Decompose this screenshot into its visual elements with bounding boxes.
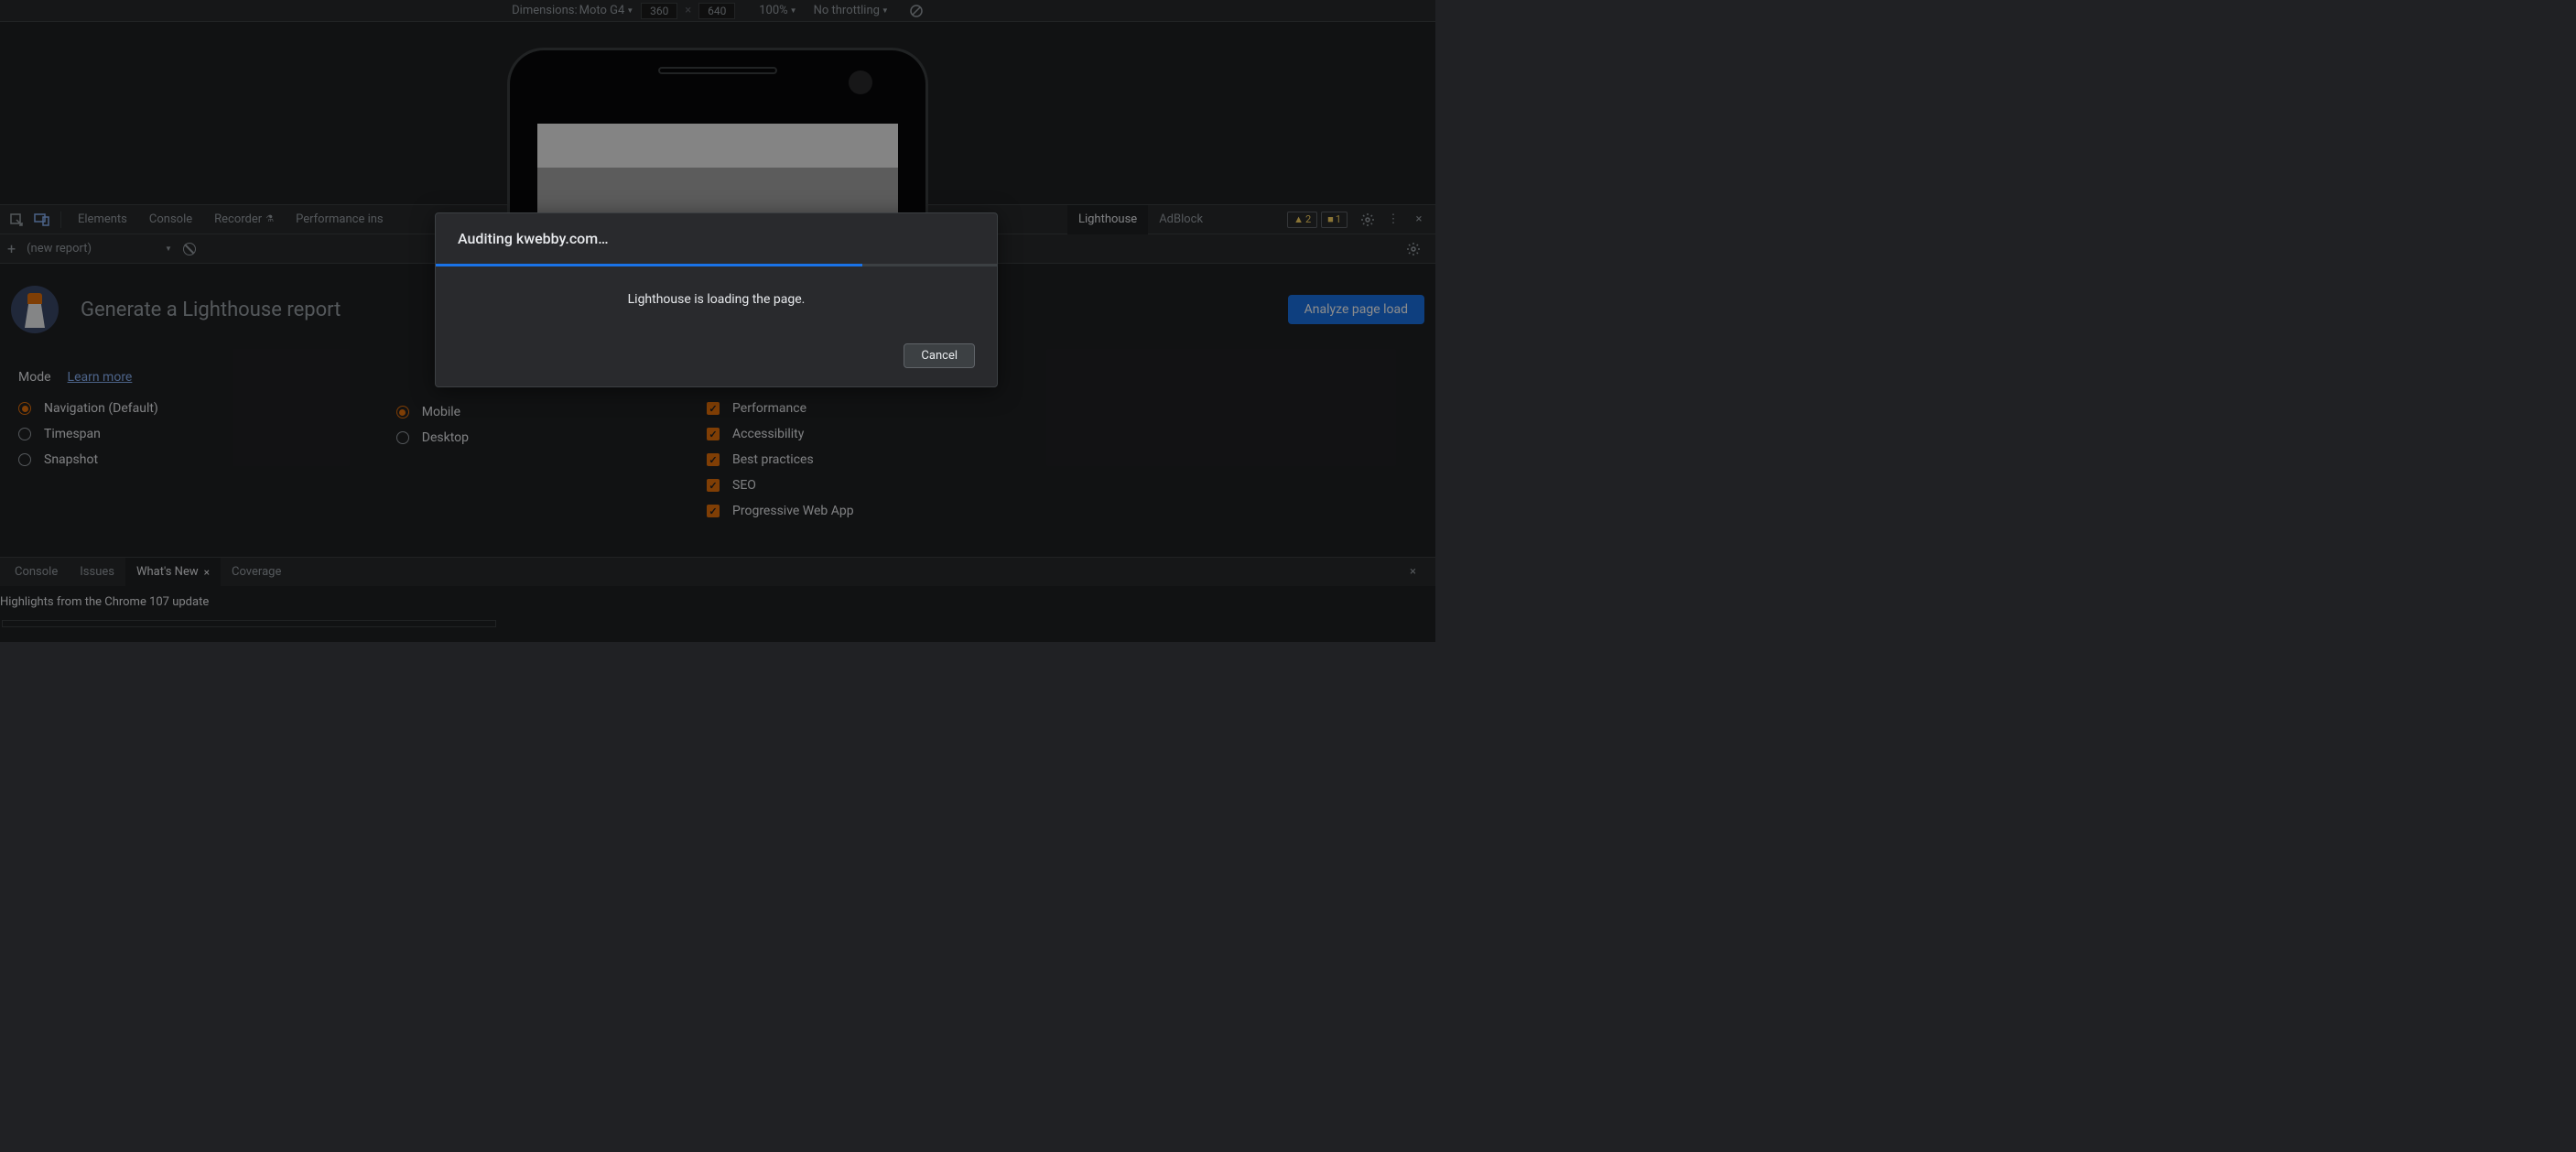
- cancel-button[interactable]: Cancel: [904, 343, 975, 368]
- audit-modal: Auditing kwebby.com… Lighthouse is loadi…: [435, 212, 998, 387]
- progress-bar: [436, 264, 997, 266]
- modal-status: Lighthouse is loading the page.: [436, 266, 997, 332]
- modal-title: Auditing kwebby.com…: [436, 213, 997, 264]
